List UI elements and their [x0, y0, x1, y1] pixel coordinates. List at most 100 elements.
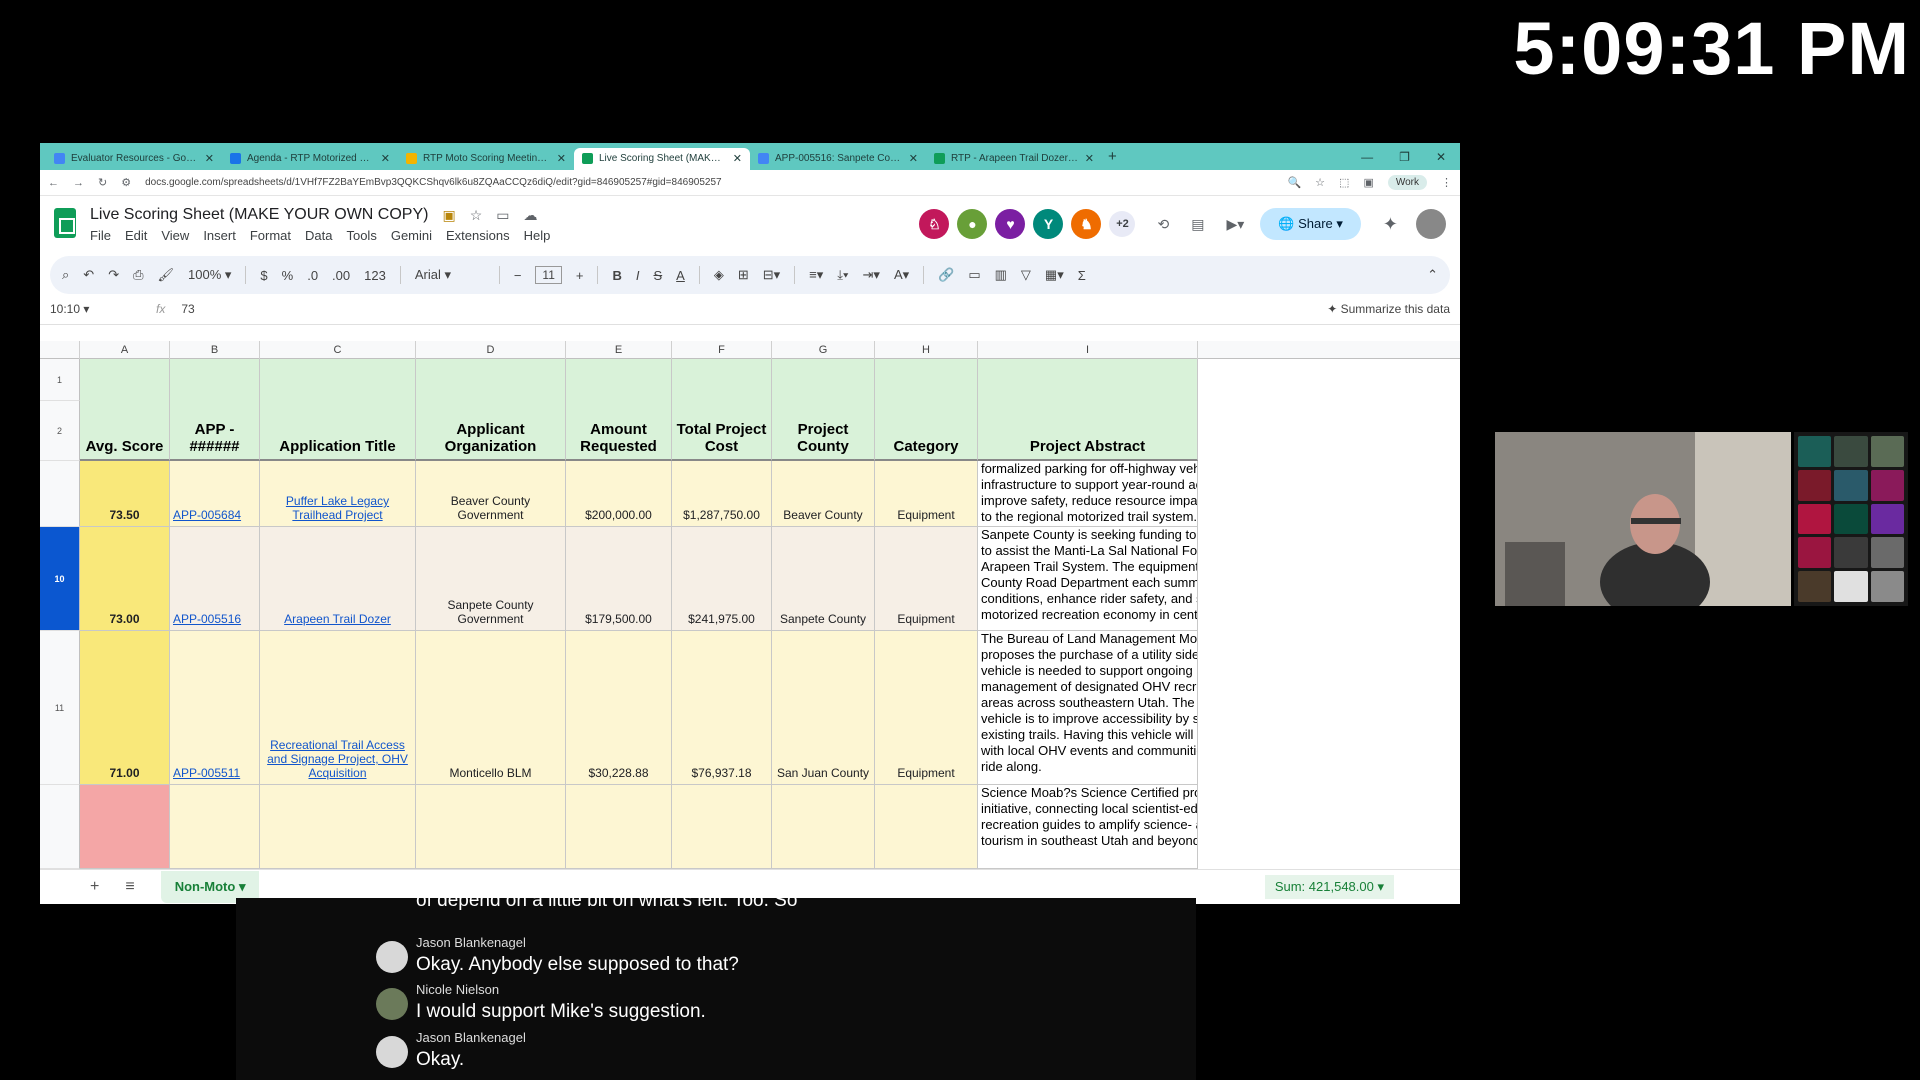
font-select[interactable]: Arial ▾: [415, 267, 485, 283]
spreadsheet-grid[interactable]: ABCDEFGHI 1 2 10 11 Avg. Score APP - ###### Ap…: [40, 341, 1460, 869]
tab-close-icon[interactable]: ✕: [1085, 152, 1094, 165]
menu-item-tools[interactable]: Tools: [346, 228, 376, 243]
site-info-icon[interactable]: ⚙: [121, 176, 131, 189]
star-icon[interactable]: ☆: [470, 207, 483, 224]
minimize-icon[interactable]: —: [1361, 150, 1373, 164]
cell-total[interactable]: $76,937.18: [672, 631, 772, 785]
column-header-b[interactable]: B: [170, 341, 260, 359]
cell-county[interactable]: Sanpete County: [772, 527, 875, 631]
browser-tab[interactable]: RTP Moto Scoring Meeting 20 ✕: [398, 148, 574, 170]
cell-project-abstract[interactable]: The Bureau of Land Management Monticellp…: [978, 631, 1198, 785]
search-icon[interactable]: ⌕: [62, 267, 69, 283]
italic-icon[interactable]: I: [636, 268, 640, 283]
text-rotation-icon[interactable]: A▾: [894, 267, 909, 283]
header-app[interactable]: APP - ######: [170, 359, 260, 461]
select-all-corner[interactable]: [40, 341, 80, 359]
cell-county[interactable]: San Juan County: [772, 631, 875, 785]
cell-project-abstract[interactable]: formalized parking for off-highway vehic…: [978, 461, 1198, 527]
menu-item-format[interactable]: Format: [250, 228, 291, 243]
row-number[interactable]: 2: [40, 401, 80, 461]
font-size-decrease-icon[interactable]: −: [514, 268, 522, 283]
cell-title[interactable]: Puffer Lake Legacy Trailhead Project: [260, 461, 416, 527]
cell-category[interactable]: [875, 785, 978, 869]
move-folder-icon[interactable]: ▭: [496, 207, 509, 224]
merge-cells-icon[interactable]: ⊟▾: [763, 267, 780, 283]
cell-score[interactable]: 73.00: [80, 527, 170, 631]
cell-county[interactable]: Beaver County: [772, 461, 875, 527]
browser-tab[interactable]: Live Scoring Sheet (MAKE YOUI ✕: [574, 147, 750, 170]
header-amount-requested[interactable]: Amount Requested: [566, 359, 672, 461]
collaborator-avatar[interactable]: ♞: [1071, 209, 1102, 239]
browser-tab[interactable]: Agenda - RTP Motorized Scori ✕: [222, 148, 398, 170]
menu-item-view[interactable]: View: [161, 228, 189, 243]
cell-org[interactable]: Sanpete County Government: [416, 527, 566, 631]
tab-close-icon[interactable]: ✕: [909, 152, 918, 165]
column-header-i[interactable]: I: [978, 341, 1198, 359]
header-project-abstract[interactable]: Project Abstract: [978, 359, 1198, 461]
filter-icon[interactable]: ▽: [1021, 267, 1031, 283]
gemini-tag-icon[interactable]: ▣: [442, 207, 455, 224]
functions-icon[interactable]: Σ: [1078, 268, 1086, 283]
cell-title[interactable]: Arapeen Trail Dozer: [260, 527, 416, 631]
row-number[interactable]: [40, 785, 80, 869]
font-size-input[interactable]: 11: [535, 266, 562, 284]
forward-icon[interactable]: →: [73, 177, 84, 189]
row-number[interactable]: 11: [40, 631, 80, 785]
column-header-a[interactable]: A: [80, 341, 170, 359]
collaborator-avatar[interactable]: ●: [957, 209, 988, 239]
cell-text[interactable]: Arapeen Trail Dozer: [284, 612, 391, 626]
header-total-project-cost[interactable]: Total Project Cost: [672, 359, 772, 461]
all-sheets-icon[interactable]: ≡: [125, 878, 134, 896]
cell-total[interactable]: [672, 785, 772, 869]
text-color-icon[interactable]: A: [676, 268, 685, 283]
sheets-logo-icon[interactable]: [54, 208, 76, 238]
new-tab-icon[interactable]: +: [1108, 148, 1117, 165]
text-wrapping-icon[interactable]: ⇥▾: [863, 267, 880, 283]
document-title[interactable]: Live Scoring Sheet (MAKE YOUR OWN COPY): [90, 206, 428, 224]
share-button[interactable]: 🌐 Share ▾: [1260, 208, 1361, 240]
fill-color-icon[interactable]: ◈: [714, 267, 724, 283]
cell-score[interactable]: [80, 785, 170, 869]
cell-text[interactable]: APP-005511: [173, 766, 240, 780]
cell-score[interactable]: 73.50: [80, 461, 170, 527]
vertical-align-icon[interactable]: ⤓▾: [837, 267, 848, 283]
more-collaborators-badge[interactable]: +2: [1109, 211, 1136, 237]
column-header-c[interactable]: C: [260, 341, 416, 359]
menu-item-insert[interactable]: Insert: [203, 228, 236, 243]
filter-views-icon[interactable]: ▦▾: [1045, 267, 1064, 283]
collapse-toolbar-icon[interactable]: ⌃: [1427, 267, 1438, 283]
undo-icon[interactable]: ↶: [83, 267, 94, 283]
column-header-e[interactable]: E: [566, 341, 672, 359]
insert-link-icon[interactable]: 🔗: [938, 267, 954, 283]
cell-category[interactable]: Equipment: [875, 631, 978, 785]
redo-icon[interactable]: ↷: [108, 267, 119, 283]
browser-tab[interactable]: RTP - Arapeen Trail Dozer App ✕: [926, 148, 1102, 170]
header-application-title[interactable]: Application Title: [260, 359, 416, 461]
cell-amount[interactable]: [566, 785, 672, 869]
row-number[interactable]: 10: [40, 527, 80, 631]
percent-format-button[interactable]: %: [282, 268, 294, 283]
gemini-icon[interactable]: ✦: [1383, 214, 1398, 235]
back-icon[interactable]: ←: [48, 177, 59, 189]
column-header-g[interactable]: G: [772, 341, 875, 359]
sum-indicator[interactable]: Sum: 421,548.00 ▾: [1264, 875, 1394, 899]
row-number[interactable]: 1: [40, 359, 80, 401]
column-header-h[interactable]: H: [875, 341, 978, 359]
header-avg-score[interactable]: Avg. Score: [80, 359, 170, 461]
menu-item-data[interactable]: Data: [305, 228, 332, 243]
split-view-icon[interactable]: ▣: [1363, 176, 1373, 189]
cell-amount[interactable]: $179,500.00: [566, 527, 672, 631]
borders-icon[interactable]: ⊞: [738, 267, 749, 283]
cell-app[interactable]: [170, 785, 260, 869]
cell-amount[interactable]: $200,000.00: [566, 461, 672, 527]
insert-comment-icon[interactable]: ▭: [968, 267, 980, 283]
menu-item-file[interactable]: File: [90, 228, 111, 243]
zoom-select[interactable]: 100% ▾: [188, 267, 231, 283]
cell-text[interactable]: Recreational Trail Access and Signage Pr…: [263, 738, 412, 780]
cell-category[interactable]: Equipment: [875, 461, 978, 527]
menu-item-help[interactable]: Help: [524, 228, 551, 243]
cell-org[interactable]: Monticello BLM: [416, 631, 566, 785]
summarize-data-button[interactable]: ✦ Summarize this data: [1327, 302, 1450, 316]
menu-item-extensions[interactable]: Extensions: [446, 228, 510, 243]
column-header-f[interactable]: F: [672, 341, 772, 359]
